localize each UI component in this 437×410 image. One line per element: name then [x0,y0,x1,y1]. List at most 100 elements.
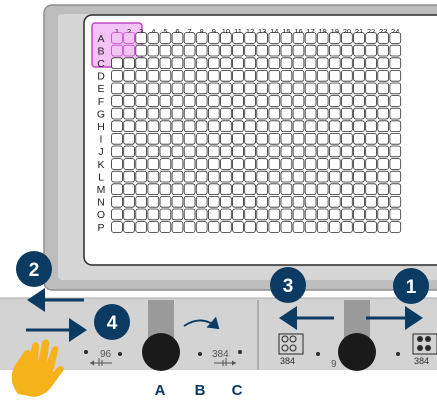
well-C15 [280,57,293,69]
well-D23 [377,70,389,82]
well-O11 [232,208,244,221]
well-F23 [377,95,389,107]
well-G6 [171,107,184,120]
well-G17 [304,107,317,120]
well-H19 [328,120,341,133]
well-O8 [195,208,208,221]
well-L3 [135,170,148,183]
well-A15 [280,32,293,44]
row-label: A [97,33,104,45]
well-F2 [123,95,135,107]
well-L12 [244,170,256,183]
well-I22 [365,132,377,145]
well-L10 [220,170,232,183]
well-O19 [328,208,341,221]
well-H13 [256,120,268,133]
well-F17 [304,95,317,107]
step-number-1: 1 [406,277,417,298]
well-O2 [123,208,135,221]
well-A14 [268,32,281,44]
well-I2 [123,132,135,145]
well-G8 [195,107,208,120]
well-E22 [365,82,377,95]
right-dial-knob[interactable] [338,333,376,371]
well-I1 [111,132,123,145]
well-O18 [316,208,329,221]
well-N21 [353,195,365,208]
well-C12 [244,57,256,69]
well-P7 [183,221,196,233]
well-J14 [268,145,281,158]
well-M8 [195,183,208,196]
well-N11 [232,195,244,208]
well-D22 [365,70,377,82]
well-C20 [341,57,353,69]
well-N13 [256,195,268,208]
well-B24 [389,44,402,57]
well-E12 [244,82,256,95]
left-dial-dot-a [118,352,122,356]
well-G20 [341,107,353,120]
well-M18 [316,183,329,196]
well-H2 [123,120,135,133]
well-A10 [220,32,232,44]
well-I24 [389,132,402,145]
step-number-3: 3 [283,276,294,297]
well-M23 [377,183,389,196]
well-A3 [135,32,148,44]
left-dial-knob[interactable] [142,333,180,371]
well-B14 [268,44,281,57]
well-F7 [183,95,196,107]
well-D13 [256,70,268,82]
row-label: I [100,134,103,146]
well-L17 [304,170,317,183]
well-O22 [365,208,377,221]
well-D2 [123,70,135,82]
well-F11 [232,95,244,107]
well-D10 [220,70,232,82]
step-badge-2: 2 [16,251,52,287]
row-label: K [97,159,104,171]
well-N15 [280,195,293,208]
row-label: O [97,209,105,221]
well-I9 [207,132,220,145]
well-P14 [268,221,281,233]
well-H5 [159,120,172,133]
row-label: F [98,96,104,108]
well-P20 [341,221,353,233]
well-E2 [123,82,135,95]
well-E15 [280,82,293,95]
well-C10 [220,57,232,69]
well-D12 [244,70,256,82]
well-B1 [111,44,123,57]
well-J4 [147,145,160,158]
well-M5 [159,183,172,196]
well-I13 [256,132,268,145]
well-F12 [244,95,256,107]
well-E13 [256,82,268,95]
well-F4 [147,95,160,107]
well-C24 [389,57,402,69]
plate-384-label-right: 384 [414,356,429,366]
well-A13 [256,32,268,44]
well-J15 [280,145,293,158]
step-badge-4: 4 [94,304,130,340]
well-M15 [280,183,293,196]
left-dial-dot-b [198,352,202,356]
well-C7 [183,57,196,69]
well-N7 [183,195,196,208]
well-O21 [353,208,365,221]
well-K24 [389,158,402,170]
well-E10 [220,82,232,95]
well-J22 [365,145,377,158]
well-M4 [147,183,160,196]
well-H16 [292,120,305,133]
well-O23 [377,208,389,221]
well-M9 [207,183,220,196]
well-M2 [123,183,135,196]
well-P11 [232,221,244,233]
well-C18 [316,57,329,69]
well-K21 [353,158,365,170]
well-F10 [220,95,232,107]
well-I10 [220,132,232,145]
